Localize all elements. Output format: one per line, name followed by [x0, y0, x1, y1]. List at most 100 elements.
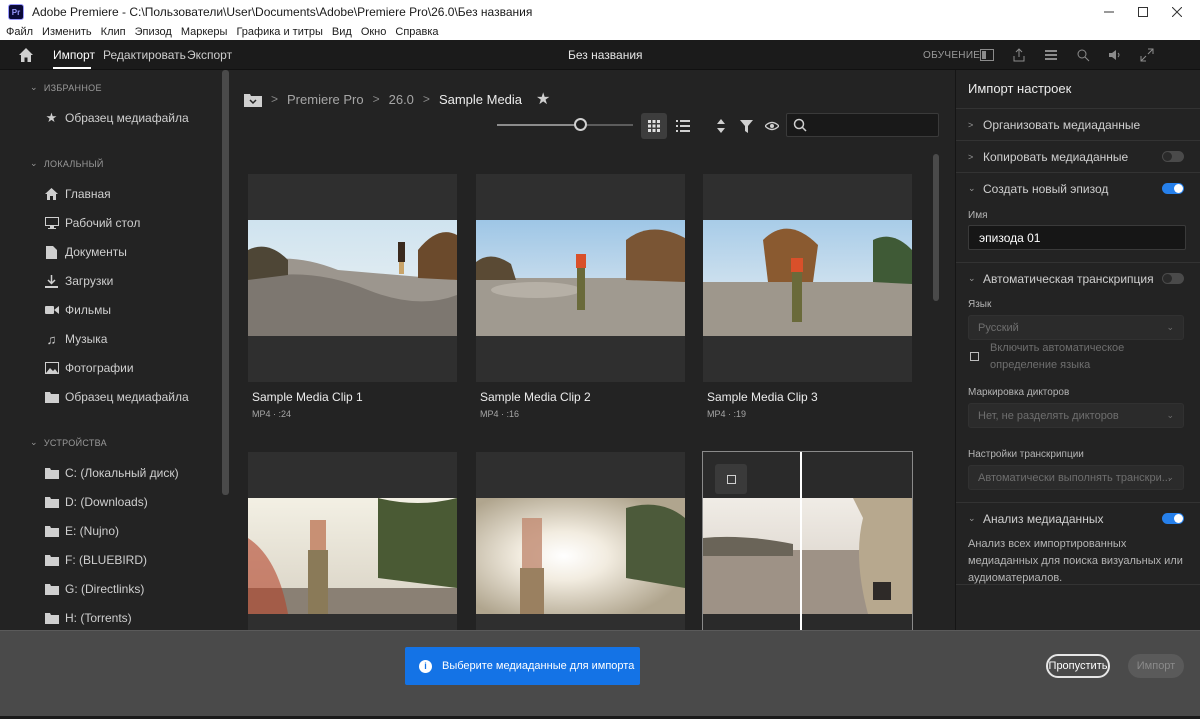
window-title: Adobe Premiere - C:\Пользователи\User\Do…: [32, 5, 533, 19]
media-clip-card[interactable]: Sample Media Clip 3 MP4 · :19: [703, 174, 912, 419]
home-icon[interactable]: [18, 47, 34, 63]
clip-name: Sample Media Clip 1: [252, 390, 363, 404]
import-footer: i Выберите медиаданные для импорта Пропу…: [0, 630, 1200, 719]
breadcrumb-premiere-pro[interactable]: Premiere Pro: [287, 92, 364, 107]
language-select[interactable]: Русский ⌄: [968, 315, 1184, 340]
grid-icon: [648, 120, 660, 132]
workspace-panels-icon[interactable]: [978, 46, 996, 64]
menu-graphics[interactable]: Графика и титры: [236, 26, 322, 38]
sidebar-item-photos[interactable]: Фотографии: [44, 361, 134, 375]
menu-window[interactable]: Окно: [361, 26, 387, 38]
menu-clip[interactable]: Клип: [101, 26, 126, 38]
transcription-settings-label: Настройки транскрипции: [968, 449, 1084, 460]
sidebar-item-music[interactable]: ♫ Музыка: [44, 332, 108, 347]
sidebar-item-drive-h[interactable]: H: (Torrents): [44, 611, 132, 625]
sidebar-scrollbar[interactable]: [222, 70, 229, 495]
sidebar-item-drive-e[interactable]: E: (Nujno): [44, 524, 119, 538]
preview-visibility-button[interactable]: [759, 113, 785, 139]
location-sidebar: ⌄ ИЗБРАННОЕ ★ Образец медиафайла ⌄ ЛОКАЛ…: [0, 70, 230, 630]
speaker-labeling-select[interactable]: Нет, не разделять дикторов ⌄: [968, 403, 1184, 428]
media-clip-card[interactable]: Sample Media Clip 1 MP4 · :24: [248, 174, 457, 419]
workspace-header: Импорт Редактировать Экспорт Без названи…: [0, 40, 1200, 70]
import-settings-title: Импорт настроек: [968, 81, 1072, 96]
menu-file[interactable]: Файл: [6, 26, 33, 38]
section-devices[interactable]: ⌄ УСТРОЙСТВА: [30, 437, 107, 448]
tab-import[interactable]: Импорт: [53, 48, 95, 62]
chevron-down-icon: ⌄: [30, 158, 38, 168]
list-view-button[interactable]: [670, 113, 696, 139]
auto-detect-language-checkbox[interactable]: [970, 352, 979, 361]
video-camera-icon: [44, 303, 59, 317]
select-media-toast: i Выберите медиаданные для импорта: [405, 647, 640, 685]
folder-icon: [44, 390, 59, 404]
menu-edit[interactable]: Изменить: [42, 26, 92, 38]
create-sequence-row[interactable]: ⌄ Создать новый эпизод: [956, 172, 1200, 204]
close-button[interactable]: [1154, 0, 1200, 24]
sort-button[interactable]: [708, 113, 734, 139]
breadcrumb-sample-media[interactable]: Sample Media: [439, 92, 522, 107]
breadcrumb-version[interactable]: 26.0: [389, 92, 414, 107]
organize-media-row[interactable]: > Организовать медиаданные: [956, 108, 1200, 140]
menu-sequence[interactable]: Эпизод: [135, 26, 172, 38]
sequence-name-input[interactable]: эпизода 01: [968, 225, 1186, 250]
share-icon[interactable]: [1010, 46, 1028, 64]
thumbnail-size-slider-thumb[interactable]: [574, 118, 587, 131]
sidebar-item-movies[interactable]: Фильмы: [44, 303, 111, 317]
eye-icon: [765, 121, 779, 131]
menu-view[interactable]: Вид: [332, 26, 352, 38]
sidebar-item-sample-media[interactable]: Образец медиафайла: [44, 390, 189, 404]
sidebar-item-documents[interactable]: Документы: [44, 245, 127, 259]
media-analysis-row[interactable]: ⌄ Анализ медиаданных: [956, 502, 1200, 534]
media-analysis-description: Анализ всех импортированных медиаданных …: [968, 538, 1183, 584]
sidebar-item-drive-d[interactable]: D: (Downloads): [44, 495, 148, 509]
filter-button[interactable]: [733, 113, 759, 139]
create-sequence-toggle[interactable]: [1162, 183, 1184, 194]
copy-media-row[interactable]: > Копировать медиаданные: [956, 140, 1200, 172]
clip-select-checkbox[interactable]: [715, 464, 747, 494]
folder-icon[interactable]: [244, 92, 262, 107]
sidebar-item-home[interactable]: Главная: [44, 187, 111, 201]
sequence-name-label: Имя: [968, 210, 988, 221]
learn-button[interactable]: ОБУЧЕНИЕ: [923, 50, 980, 61]
media-analysis-toggle[interactable]: [1162, 513, 1184, 524]
sidebar-item-desktop[interactable]: Рабочий стол: [44, 216, 140, 230]
sliders-icon[interactable]: [1042, 46, 1060, 64]
grid-scrollbar[interactable]: [933, 154, 939, 301]
sidebar-item-sample-media-favorite[interactable]: ★ Образец медиафайла: [44, 110, 189, 125]
menu-help[interactable]: Справка: [395, 26, 438, 38]
sidebar-item-drive-g[interactable]: G: (Directlinks): [44, 582, 144, 596]
auto-transcription-row[interactable]: ⌄ Автоматическая транскрипция: [956, 262, 1200, 294]
search-zoom-icon[interactable]: [1074, 46, 1092, 64]
breadcrumb: > Premiere Pro > 26.0 > Sample Media ★: [244, 89, 550, 109]
star-icon: ★: [45, 110, 58, 125]
chevron-right-icon: >: [968, 119, 974, 130]
chevron-down-icon: ⌄: [968, 273, 976, 283]
fullscreen-icon[interactable]: [1138, 46, 1156, 64]
search-input[interactable]: [786, 113, 939, 137]
transcription-settings-select[interactable]: Автоматически выполнять транскри... ⌄: [968, 465, 1184, 490]
tab-export[interactable]: Экспорт: [187, 48, 232, 62]
favorite-star-icon[interactable]: ★: [536, 89, 550, 109]
section-local[interactable]: ⌄ ЛОКАЛЬНЫЙ: [30, 158, 104, 169]
clip-thumbnail-frame: [248, 174, 457, 382]
breadcrumb-separator: >: [271, 92, 279, 106]
tab-edit[interactable]: Редактировать: [103, 48, 186, 62]
info-icon: i: [419, 659, 432, 673]
sort-icon: [717, 119, 725, 133]
volume-icon[interactable]: [1106, 46, 1124, 64]
auto-transcription-toggle[interactable]: [1162, 273, 1184, 284]
folder-icon: [44, 582, 59, 596]
document-icon: [44, 245, 59, 259]
sidebar-item-drive-f[interactable]: F: (BLUEBIRD): [44, 553, 147, 567]
import-button[interactable]: Импорт: [1128, 654, 1184, 678]
active-tab-indicator: [53, 67, 91, 69]
grid-view-button[interactable]: [641, 113, 667, 139]
media-clip-card[interactable]: Sample Media Clip 2 MP4 · :16: [476, 174, 685, 419]
chevron-down-icon: ⌄: [968, 183, 976, 193]
section-favorites[interactable]: ⌄ ИЗБРАННОЕ: [30, 82, 102, 93]
skip-button[interactable]: Пропустить: [1046, 654, 1110, 678]
sidebar-item-drive-c[interactable]: C: (Локальный диск): [44, 466, 179, 480]
copy-media-toggle[interactable]: [1162, 151, 1184, 162]
sidebar-item-downloads[interactable]: Загрузки: [44, 274, 113, 288]
menu-markers[interactable]: Маркеры: [181, 26, 228, 38]
